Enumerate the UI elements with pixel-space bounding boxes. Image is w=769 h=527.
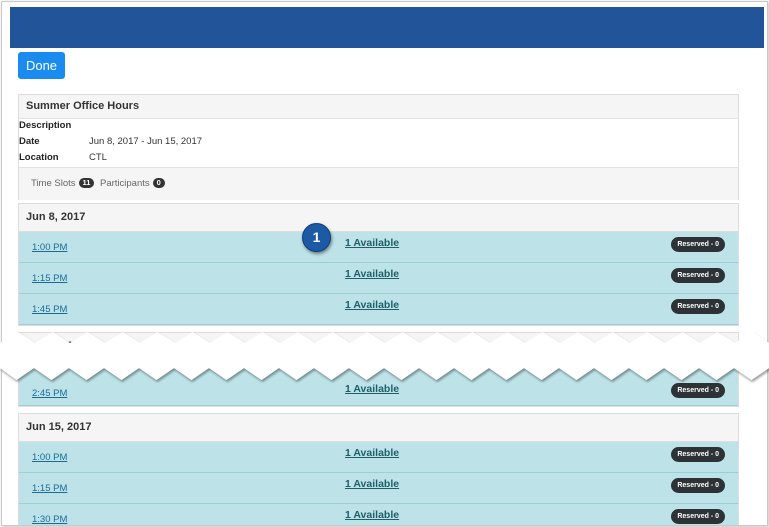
day-panel-jun-15: Jun 15, 2017 1:00 PM 1 Available Reserve… <box>18 413 739 525</box>
slot-available-link[interactable]: 1 Available <box>345 478 399 490</box>
reserved-badge: Reserved - 0 <box>671 447 725 462</box>
slot-time-link[interactable]: 2:45 PM <box>32 388 67 399</box>
slot-time-link[interactable]: 1:00 PM <box>32 452 67 463</box>
tab-bar: Time Slots 11 Participants 0 <box>19 167 738 200</box>
reserved-badge: Reserved - 0 <box>671 237 725 252</box>
slot-time-link[interactable]: 1:15 PM <box>32 483 67 494</box>
slot-available-link[interactable]: 1 Available <box>345 268 399 280</box>
description-label: Description <box>19 120 72 131</box>
time-slot-row: 1:45 PM 1 Available Reserved - 0 <box>19 294 738 325</box>
slot-available-link[interactable]: 1 Available <box>345 299 399 311</box>
day-panel-jun-8: Jun 8, 2017 1:00 PM 1 Available Reserved… <box>18 203 739 326</box>
day-header: Jun 8, 2017 <box>19 204 738 232</box>
time-slot-row: 1:00 PM 1 Available Reserved - 0 <box>19 442 738 473</box>
slot-time-link[interactable]: 1:00 PM <box>32 242 67 253</box>
slot-available-link[interactable]: 1 Available <box>345 383 399 395</box>
tab-participants[interactable]: Participants 0 <box>100 178 165 189</box>
date-label: Date <box>19 136 40 147</box>
header-bar <box>10 7 764 48</box>
time-slots-count-badge: 11 <box>78 178 95 188</box>
reserved-badge: Reserved - 0 <box>671 268 725 283</box>
slot-available-link[interactable]: 1 Available <box>345 447 399 459</box>
meeting-title: Summer Office Hours <box>19 95 738 119</box>
day-header: Jun 15, 2017 <box>19 414 738 442</box>
tab-time-slots[interactable]: Time Slots 11 <box>31 178 95 189</box>
time-slot-row: 1:15 PM 1 Available Reserved - 0 <box>19 473 738 504</box>
slot-time-link[interactable]: 1:45 PM <box>32 304 67 315</box>
step-callout-marker: 1 <box>302 223 331 252</box>
time-slot-row: 1:00 PM 1 Available Reserved - 0 <box>19 232 738 263</box>
participants-count-badge: 0 <box>152 178 165 188</box>
reserved-badge: Reserved - 0 <box>671 383 725 398</box>
time-slot-row: 1:30 PM 1 Available Reserved - 0 <box>19 504 738 525</box>
slot-time-link[interactable]: 1:15 PM <box>32 273 67 284</box>
slot-time-link[interactable]: 1:30 PM <box>32 514 67 525</box>
done-button[interactable]: Done <box>18 52 65 79</box>
reserved-badge: Reserved - 0 <box>671 299 725 314</box>
tab-time-slots-label: Time Slots <box>31 178 76 189</box>
reserved-badge: Reserved - 0 <box>671 478 725 493</box>
torn-edge-divider <box>0 332 769 380</box>
slot-available-link[interactable]: 1 Available <box>345 509 399 521</box>
meeting-details-panel: Summer Office Hours Description Date Jun… <box>18 94 739 200</box>
location-label: Location <box>19 152 59 163</box>
tab-participants-label: Participants <box>100 178 150 189</box>
slot-available-link[interactable]: 1 Available <box>345 237 399 249</box>
time-slot-row: 1:15 PM 1 Available Reserved - 0 <box>19 263 738 294</box>
screenshot-frame: Done Summer Office Hours Description Dat… <box>1 1 768 526</box>
reserved-badge: Reserved - 0 <box>671 509 725 524</box>
location-value: CTL <box>89 152 107 163</box>
date-value: Jun 8, 2017 - Jun 15, 2017 <box>89 136 203 147</box>
